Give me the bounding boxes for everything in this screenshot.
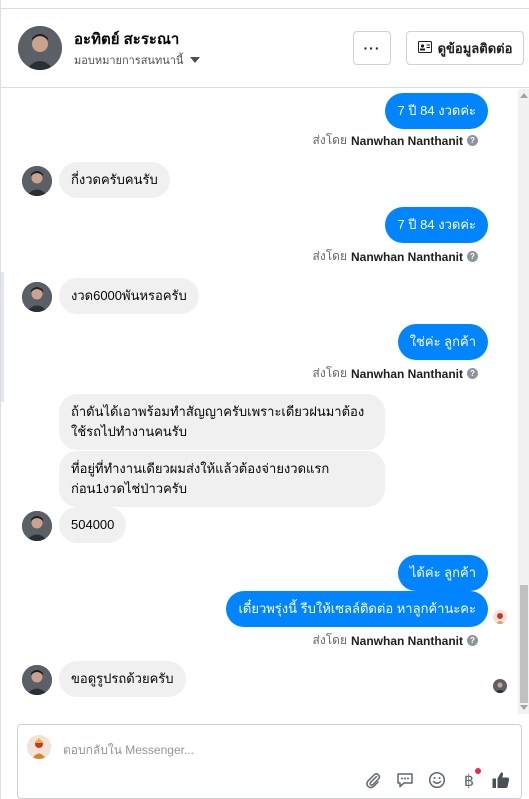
caret-down-icon (190, 57, 201, 63)
sent-by-line: ส่งโดย Nanwhan Nanthanit ? (313, 247, 478, 266)
conversation-header: อะทิตย์ สะระณา มอบหมายการสนทนานี้ ··· ดู… (1, 8, 529, 88)
incoming-message: ถ้าดันได้เอาพร้อมทำสัญญาครับเพราะเดียวฝน… (59, 394, 385, 450)
sent-by-prefix: ส่งโดย (312, 249, 347, 263)
panel-edge (1, 272, 4, 402)
composer-toolbar: ฿ (363, 768, 511, 790)
sent-by-agent: Nanwhan Nanthanit (350, 249, 463, 264)
help-icon[interactable]: ? (467, 635, 478, 646)
incoming-message: ขอดูรูปรถด้วยครับ (59, 661, 186, 697)
conversation-panel: อะทิตย์ สะระณา มอบหมายการสนทนานี้ ··· ดู… (0, 0, 529, 799)
help-icon[interactable]: ? (467, 251, 478, 262)
reply-composer[interactable]: ตอบกลับใน Messenger... ฿ (17, 724, 522, 799)
outgoing-message: ได้ค่ะ ลูกค้า (397, 555, 488, 591)
saved-reply-icon[interactable] (395, 770, 415, 790)
more-options-button[interactable]: ··· (353, 31, 391, 65)
contact-avatar-small[interactable] (22, 166, 52, 196)
contact-name: อะทิตย์ สะระณา (74, 31, 180, 48)
attachment-icon[interactable] (363, 770, 383, 790)
sent-by-line: ส่งโดย Nanwhan Nanthanit ? (313, 131, 478, 150)
view-contact-info-button[interactable]: ดูข้อมูลติดต่อ (406, 31, 524, 65)
help-icon[interactable]: ? (467, 368, 478, 379)
contact-avatar-small[interactable] (22, 511, 52, 541)
sent-by-line: ส่งโดย Nanwhan Nanthanit ? (313, 364, 478, 383)
reply-input[interactable]: ตอบกลับใน Messenger... (63, 741, 194, 760)
help-icon[interactable]: ? (467, 135, 478, 146)
sent-by-prefix: ส่งโดย (312, 133, 347, 147)
sent-by-agent: Nanwhan Nanthanit (350, 133, 463, 148)
seen-avatar (493, 610, 507, 624)
incoming-message: กี่งวดครับคนรับ (59, 162, 170, 198)
sent-by-agent: Nanwhan Nanthanit (350, 366, 463, 381)
scroll-down-icon[interactable] (520, 705, 528, 710)
emoji-icon[interactable] (427, 770, 447, 790)
outgoing-message: 7 ปี 84 งวดค่ะ (385, 93, 488, 129)
chat-scrollbar[interactable] (518, 89, 529, 714)
notification-dot (475, 768, 481, 774)
like-icon[interactable] (491, 770, 511, 790)
sent-by-agent: Nanwhan Nanthanit (350, 633, 463, 648)
sent-by-prefix: ส่งโดย (312, 633, 347, 647)
contact-avatar-small[interactable] (22, 665, 52, 695)
incoming-message: 504000 (59, 507, 127, 543)
contact-info-label: ดูข้อมูลติดต่อ (437, 40, 513, 56)
payment-icon[interactable]: ฿ (459, 768, 481, 790)
incoming-message: ที่อยู่ที่ทำงานเดียวผมส่งให้แล้วต้องจ่าย… (59, 451, 385, 507)
more-options-label: ··· (363, 40, 381, 56)
scrollbar-thumb[interactable] (520, 585, 528, 703)
incoming-message: งวด6000พันหรอครับ (59, 278, 199, 314)
sent-by-line: ส่งโดย Nanwhan Nanthanit ? (313, 631, 478, 650)
sent-by-prefix: ส่งโดย (312, 366, 347, 380)
assign-conversation-dropdown[interactable]: มอบหมายการสนทนานี้ (74, 51, 201, 69)
contact-avatar-small[interactable] (22, 282, 52, 312)
outgoing-message: ใช่ค่ะ ลูกค้า (397, 324, 488, 360)
page-avatar (27, 735, 51, 759)
outgoing-message: 7 ปี 84 งวดค่ะ (385, 207, 488, 243)
contact-card-icon (417, 40, 432, 56)
scroll-up-icon[interactable] (520, 93, 528, 98)
assign-label: มอบหมายการสนทนานี้ (74, 55, 184, 67)
contact-avatar[interactable] (18, 26, 62, 70)
seen-avatar (493, 679, 507, 693)
outgoing-message: เดี๋ยวพรุ่งนี้ รีบให้เซลล์ติดต่อ หาลูกค้… (226, 591, 488, 627)
message-list: 7 ปี 84 งวดค่ะ ส่งโดย Nanwhan Nanthanit … (1, 89, 518, 714)
